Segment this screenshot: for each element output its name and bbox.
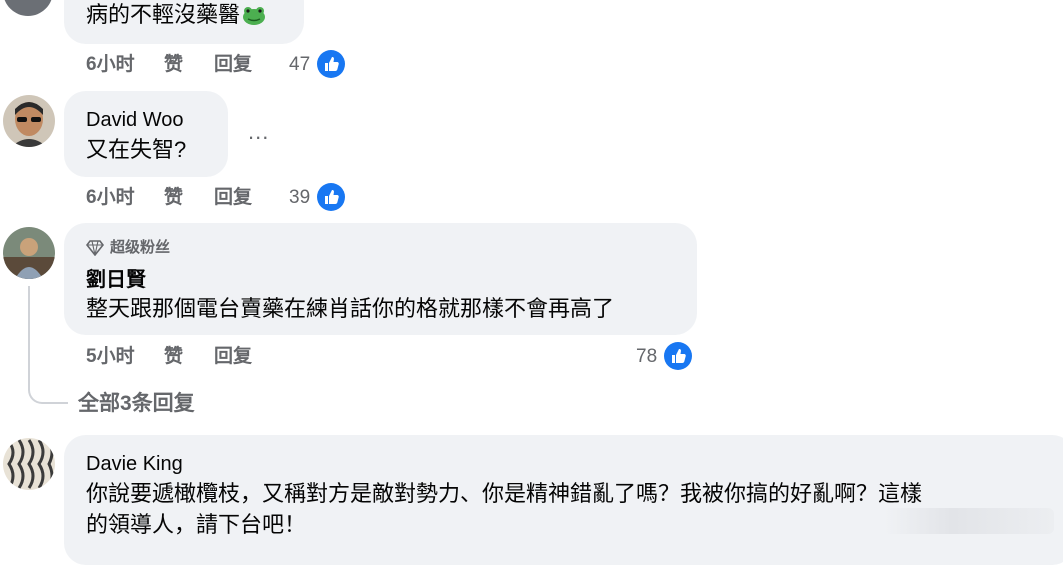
avatar[interactable] (3, 438, 55, 490)
reply-button[interactable]: 回复 (214, 52, 252, 78)
comment-actions: 6小时 赞 回复 (86, 52, 306, 78)
avatar[interactable] (3, 0, 53, 16)
like-reaction-icon[interactable] (317, 50, 345, 78)
watermark (884, 508, 1054, 534)
reply-button[interactable]: 回复 (214, 185, 252, 211)
reply-thread-line (28, 286, 68, 404)
comment-time[interactable]: 6小时 (86, 185, 135, 211)
like-button[interactable]: 赞 (164, 52, 183, 78)
comment-author[interactable]: David Woo (86, 108, 183, 132)
reaction-count[interactable]: 47 (289, 52, 310, 78)
like-reaction-icon[interactable] (664, 342, 692, 370)
comment-author[interactable]: 劉日賢 (86, 268, 146, 292)
comment-text: 整天跟那個電台賣藥在練肖話你的格就那樣不會再高了 (86, 296, 615, 321)
avatar[interactable] (3, 227, 55, 279)
comment-actions: 6小时 赞 回复 (86, 185, 306, 211)
comment-text: 又在失智? (86, 137, 187, 162)
comment-text-line: 你說要遞橄欖枝，又稱對方是敵對勢力、你是精神錯亂了嗎？我被你搞的好亂啊？這樣 (86, 481, 923, 506)
comment-text: 病的不輕沒藥醫 (86, 0, 266, 33)
diamond-icon (86, 240, 104, 256)
more-options-button[interactable]: ... (248, 121, 269, 143)
comment-time[interactable]: 5小时 (86, 344, 135, 370)
frog-emoji-icon (242, 3, 266, 33)
reaction-count[interactable]: 39 (289, 185, 310, 211)
reply-button[interactable]: 回复 (214, 344, 252, 370)
comment-time[interactable]: 6小时 (86, 52, 135, 78)
like-button[interactable]: 赞 (164, 344, 183, 370)
view-all-replies-button[interactable]: 全部3条回复 (78, 390, 195, 418)
comment-actions: 5小时 赞 回复 (86, 344, 306, 370)
avatar[interactable] (3, 95, 55, 147)
comment-author[interactable]: Davie King (86, 452, 183, 476)
reaction-count[interactable]: 78 (636, 344, 657, 370)
comment-text-line: 的領導人，請下台吧！ (86, 512, 307, 537)
like-reaction-icon[interactable] (317, 183, 345, 211)
top-fan-badge[interactable]: 超级粉丝 (86, 238, 206, 258)
badge-label: 超级粉丝 (110, 239, 171, 256)
like-button[interactable]: 赞 (164, 185, 183, 211)
